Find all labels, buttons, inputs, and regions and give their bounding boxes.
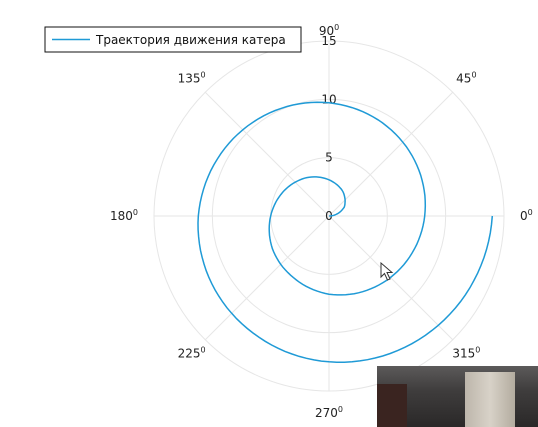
theta-tick-label: 450 [456,71,476,86]
theta-tick-label: 1800 [110,208,138,223]
grid-spoke-135 [204,91,330,217]
theta-tick-label: 1350 [178,71,206,86]
grid-spoke-225 [204,215,330,341]
theta-tick-label: 3150 [452,345,480,360]
polar-chart: 051015 0045090013501800225027003150 Трае… [44,23,533,420]
overlay-frame [377,384,407,427]
theta-tick-label: 00 [520,208,533,223]
legend: Траектория движения катера [44,26,302,53]
r-tick-label: 5 [325,151,333,165]
overlay-door [465,372,515,427]
webcam-overlay [377,366,538,427]
legend-label: Траектория движения катера [95,33,286,47]
grid-spoke-45 [328,91,454,217]
theta-tick-label: 2700 [315,405,343,420]
mouse-pointer-icon [380,262,394,281]
theta-tick-label: 2250 [178,345,206,360]
